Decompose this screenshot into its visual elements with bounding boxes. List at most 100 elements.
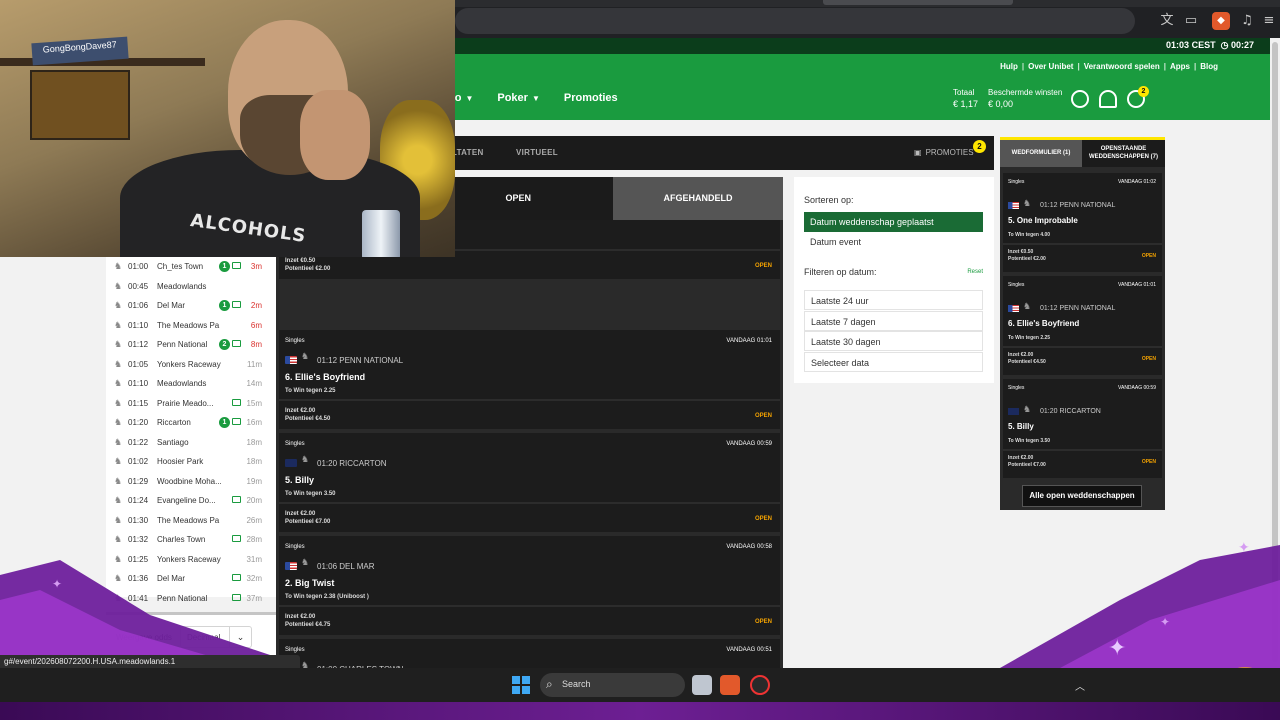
account-icon[interactable]: 2 — [1127, 86, 1149, 108]
race-name: Hoosier Park — [157, 457, 204, 466]
tab-results[interactable]: LTATEN — [452, 148, 484, 157]
race-row[interactable]: ♞ 01:24 Evangeline Do... 20m — [106, 491, 276, 510]
address-bar[interactable] — [455, 8, 1135, 34]
bet-status: OPEN — [1141, 253, 1156, 259]
filter-7d[interactable]: Laatste 7 dagen — [804, 311, 983, 331]
active-tab[interactable] — [823, 0, 1013, 5]
tab-settled[interactable]: AFGEHANDELD — [613, 177, 783, 220]
race-row[interactable]: ♞ 01:41 Penn National 37m — [106, 589, 276, 608]
bet-card[interactable]: Singles VANDAAG 00:59 ♞ 01:20 RICCARTON 5. B… — [279, 433, 780, 532]
nav-item-poker[interactable]: Poker ▼ — [497, 92, 540, 104]
cast-icon[interactable]: ▭ — [1182, 12, 1200, 30]
tray-chevron-icon[interactable]: ︿ — [1075, 678, 1085, 693]
tab-betslip[interactable]: WEDFORMULIER (1) — [1000, 140, 1082, 167]
link-blog[interactable]: Blog — [1200, 62, 1218, 71]
link-help[interactable]: Hulp — [1000, 62, 1018, 71]
filter-30d[interactable]: Laatste 30 dagen — [804, 331, 983, 351]
all-open-bets-button[interactable]: Alle open weddenschappen — [1022, 485, 1142, 507]
search-icon: ⌕ — [546, 677, 553, 691]
link-apps[interactable]: Apps — [1170, 62, 1190, 71]
race-name: Del Mar — [157, 301, 186, 310]
race-row[interactable]: ♞ 00:45 Meadowlands — [106, 277, 276, 296]
race-countdown: 18m — [246, 457, 262, 466]
nz-flag-icon — [1008, 408, 1019, 415]
drink-can — [362, 210, 400, 257]
live-stream-icon — [232, 496, 241, 503]
horse-icon: ♞ — [114, 378, 123, 388]
race-row[interactable]: ♞ 01:25 Yonkers Raceway 31m — [106, 550, 276, 569]
filter-24h[interactable]: Laatste 24 uur — [804, 290, 983, 310]
race-row[interactable]: ♞ 01:02 Hoosier Park 18m — [106, 452, 276, 471]
bet-status: OPEN — [1141, 356, 1156, 362]
race-row[interactable]: ♞ 01:10 Meadowlands 14m — [106, 374, 276, 393]
chevron-down-icon: ⌄ — [229, 627, 251, 647]
race-row[interactable]: ♞ 01:29 Woodbine Moha... 19m — [106, 472, 276, 491]
sort-option-date-event[interactable]: Datum event — [810, 237, 861, 247]
bet-stake: Inzet €2.00 Potentieel €4.50 — [1008, 352, 1046, 366]
horse-icon: ♞ — [114, 280, 123, 291]
race-row[interactable]: ♞ 01:05 Yonkers Raceway 11m — [106, 355, 276, 374]
race-name: Meadowlands — [157, 379, 207, 388]
balances[interactable]: Totaal € 1,17 Beschermde winsten € 0,00 — [953, 88, 1062, 109]
divider — [279, 502, 780, 504]
race-row[interactable]: ♞ 01:20 Riccarton 1 16m — [106, 413, 276, 432]
bet-date: VANDAAG 01:01 — [1118, 282, 1156, 288]
filter-select-dates[interactable]: Selecteer data — [804, 352, 983, 372]
tab-open-bets[interactable]: OPENSTAANDE WEDDENSCHAPPEN (7) — [1082, 140, 1165, 167]
race-countdown: 8m — [250, 340, 262, 349]
bet-date: VANDAAG 00:51 — [726, 647, 772, 653]
bet-stake: Inzet €2.00 Potentieel €4.75 — [285, 613, 330, 629]
horse-icon: ♞ — [114, 475, 123, 486]
file-explorer-icon[interactable] — [692, 675, 712, 695]
race-name: Woodbine Moha... — [157, 476, 221, 486]
taskbar-search[interactable]: ⌕ Search — [540, 673, 685, 697]
brave-browser-icon[interactable] — [720, 675, 740, 695]
media-icon[interactable]: ♫ — [1238, 12, 1256, 30]
race-row[interactable]: ♞ 01:30 The Meadows Pa 26m — [106, 511, 276, 530]
nav-item-promotions[interactable]: Promoties — [564, 92, 618, 104]
race-row[interactable]: ♞ 01:12 Penn National 2 8m — [106, 335, 276, 354]
deposit-icon[interactable] — [1071, 90, 1089, 108]
page-scrollbar[interactable] — [1270, 38, 1280, 668]
bet-card[interactable]: Singles VANDAAG 01:01 ♞ 01:12 PENN NATIONAL… — [279, 330, 780, 429]
race-row[interactable]: ♞ 01:36 Del Mar 32m — [106, 569, 276, 588]
brave-shield-icon[interactable]: ◆ — [1212, 12, 1230, 30]
menu-icon[interactable]: ≡ — [1260, 12, 1278, 30]
bet-card[interactable]: Singles VANDAAG 00:58 ♞ 01:06 DEL MAR 2. Big… — [279, 536, 780, 635]
session-timer: 00:27 — [1230, 40, 1254, 50]
bet-selection: 6. Ellie's Boyfriend — [285, 372, 366, 382]
race-name: Penn National — [157, 340, 208, 349]
tab-virtual[interactable]: VIRTUEEL — [516, 148, 558, 157]
open-bet-card[interactable]: Singles VANDAAG 01:02 ♞ 01:12 PENN NATIONAL… — [1003, 173, 1162, 272]
windows-start-icon[interactable] — [512, 676, 530, 694]
translate-icon[interactable]: 文 — [1158, 12, 1176, 30]
race-row[interactable]: ♞ 01:00 Ch_tes Town 1 3m — [106, 257, 276, 276]
link-about[interactable]: Over Unibet — [1028, 62, 1073, 71]
reset-link[interactable]: Reset — [967, 269, 983, 275]
bet-odds: To Win tegen 2.25 — [1008, 335, 1051, 341]
bets-list[interactable]: SinglesVANDAAG 01:02♞01:12 PENN NATIONAL… — [276, 220, 783, 668]
bell-icon[interactable] — [1099, 90, 1117, 108]
race-countdown: 15m — [246, 398, 262, 408]
link-responsible[interactable]: Verantwoord spelen — [1084, 62, 1160, 71]
race-time: 01:20 — [128, 418, 149, 427]
race-row[interactable]: ♞ 01:15 Prairie Meado... 15m — [106, 394, 276, 413]
bet-selection: 2. Big Twist — [285, 578, 335, 588]
race-row[interactable]: ♞ 01:32 Charles Town 28m — [106, 530, 276, 549]
open-bet-card[interactable]: Singles VANDAAG 00:59 ♞ 01:20 RICCARTON 5. B… — [1003, 379, 1162, 478]
race-name: Yonkers Raceway — [157, 359, 221, 369]
bet-type: Singles — [1008, 385, 1025, 391]
race-countdown: 20m — [246, 496, 262, 505]
race-row[interactable]: ♞ 01:06 Del Mar 1 2m — [106, 296, 276, 315]
sort-option-date-placed[interactable]: Datum weddenschap geplaatst — [804, 212, 983, 232]
app-icon[interactable] — [750, 675, 770, 695]
bet-card[interactable]: SinglesVANDAAG 00:51♞01:00 CHARLES TOWN — [279, 639, 780, 668]
bet-type: Singles — [285, 338, 305, 344]
open-bet-card[interactable]: Singles VANDAAG 01:01 ♞ 01:12 PENN NATIONAL… — [1003, 276, 1162, 375]
race-row[interactable]: ♞ 01:22 Santiago 18m — [106, 433, 276, 452]
scrollbar-thumb[interactable] — [1272, 42, 1278, 662]
tab-promotions[interactable]: ▣ PROMOTIES — [914, 148, 974, 157]
odds-format-select[interactable]: Decimaal ⌄ — [180, 626, 252, 648]
race-row[interactable]: ♞ 01:10 The Meadows Pa 6m — [106, 316, 276, 335]
bet-status: OPEN — [754, 413, 772, 419]
